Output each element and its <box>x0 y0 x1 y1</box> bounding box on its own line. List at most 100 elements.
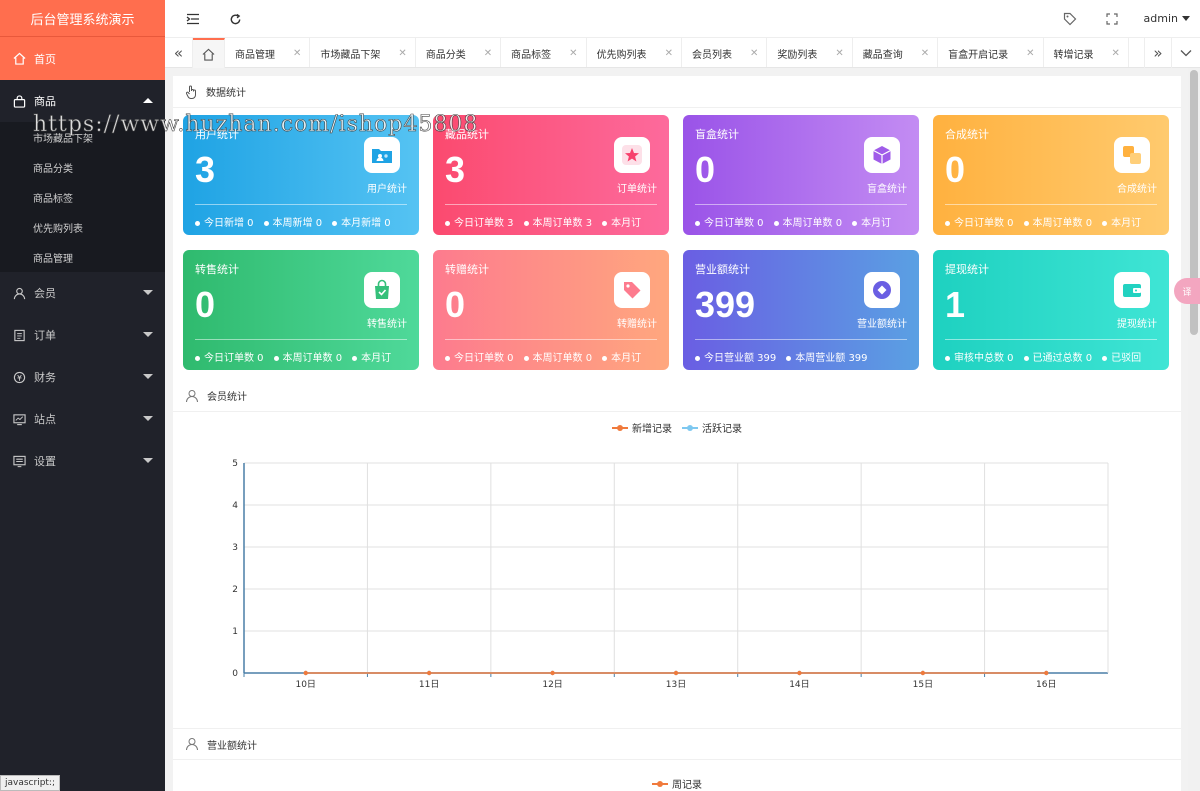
tab-goods-tag[interactable]: 商品标签 ✕ <box>501 38 587 67</box>
card-value: 3 <box>445 149 466 190</box>
close-icon[interactable]: ✕ <box>835 48 843 59</box>
stat-item: 本月订 <box>1102 214 1141 229</box>
card-stats: 今日订单数 0 本周订单数 0 本月订 <box>945 214 1159 229</box>
card-label: 转售统计 <box>367 319 407 330</box>
tab-home[interactable] <box>193 38 225 68</box>
tab-label: 奖励列表 <box>777 49 818 61</box>
refresh-icon[interactable] <box>227 11 243 27</box>
close-icon[interactable]: ✕ <box>665 48 673 59</box>
y-tick-label: 5 <box>232 459 238 469</box>
x-tick-label: 11日 <box>419 679 439 690</box>
card-user-stats[interactable]: 用户统计 3 用户统计 今日新增 0 本周新增 0 本月新增 0 <box>183 115 419 235</box>
card-stats: 今日营业额 399 本周营业额 399 <box>695 349 909 364</box>
merge-squares-icon <box>1114 137 1150 173</box>
stat-item: 本月订 <box>602 349 641 364</box>
card-blindbox-stats[interactable]: 盲盒统计 0 盲盒统计 今日订单数 0 本周订单数 0 本月订 <box>683 115 919 235</box>
legend-item-week[interactable]: 周记录 <box>652 776 702 791</box>
chevron-down-icon <box>143 290 153 295</box>
tab-strip: 商品管理 ✕ 市场藏品下架 ✕ 商品分类 ✕ 商品标签 ✕ 优先购列表 ✕ 会员列表 ✕ 奖… <box>225 38 1144 67</box>
tab-transfer-records[interactable]: 转增记录 ✕ <box>1044 38 1129 67</box>
stat-item: 本月订 <box>352 349 391 364</box>
card-divider <box>195 339 407 340</box>
tab-label: 商品管理 <box>235 49 275 61</box>
sidebar-item-priority-list[interactable]: 优先购列表 <box>0 212 165 242</box>
sidebar-group-label: 设置 <box>34 455 56 468</box>
sidebar-item-goods-manage[interactable]: 商品管理 <box>0 242 165 272</box>
tab-goods-category[interactable]: 商品分类 ✕ <box>416 38 502 67</box>
card-gift-stats[interactable]: 转赠统计 0 转赠统计 今日订单数 0 本周订单数 0 本月订 <box>433 250 669 370</box>
close-icon[interactable]: ✕ <box>750 48 758 59</box>
card-revenue-stats[interactable]: 营业额统计 399 营业额统计 今日营业额 399 本周营业额 399 <box>683 250 919 370</box>
shopping-bag-icon <box>12 94 26 108</box>
tab-collection-query[interactable]: 藏品查询 ✕ <box>853 38 939 67</box>
sidebar-item-goods-category[interactable]: 商品分类 <box>0 152 165 182</box>
x-tick-label: 13日 <box>666 679 686 690</box>
sidebar-group-site[interactable]: 站点 <box>0 398 165 440</box>
card-value: 0 <box>945 149 966 190</box>
close-icon[interactable]: ✕ <box>1112 48 1120 59</box>
stat-item: 本月订 <box>852 214 891 229</box>
stat-item: 今日订单数 0 <box>445 349 514 364</box>
close-icon[interactable]: ✕ <box>1026 48 1034 59</box>
folder-users-icon <box>364 137 400 173</box>
tab-member-list[interactable]: 会员列表 ✕ <box>682 38 768 67</box>
sidebar-item-goods-tag[interactable]: 商品标签 <box>0 182 165 212</box>
card-label: 用户统计 <box>367 184 407 195</box>
close-icon[interactable]: ✕ <box>398 48 406 59</box>
section-title: 营业额统计 <box>207 740 257 752</box>
card-label: 营业额统计 <box>857 319 907 330</box>
sidebar-group-settings[interactable]: 设置 <box>0 440 165 482</box>
card-value: 0 <box>195 284 216 325</box>
data-point <box>1044 670 1049 676</box>
card-label: 转赠统计 <box>617 319 657 330</box>
sidebar-group-member[interactable]: 会员 <box>0 272 165 314</box>
x-tick-label: 16日 <box>1036 679 1056 690</box>
app-title: 后台管理系统演示 <box>0 0 165 37</box>
tab-reward-list[interactable]: 奖励列表 ✕ <box>767 38 853 67</box>
sidebar-group-goods[interactable]: 商品 <box>0 80 165 122</box>
x-tick-label: 14日 <box>789 679 809 690</box>
translate-float-button[interactable]: 译 <box>1174 278 1200 304</box>
page-scrollbar[interactable] <box>1188 68 1200 791</box>
x-tick-label: 15日 <box>913 679 933 690</box>
chevron-down-icon <box>143 332 153 337</box>
sidebar-item-home[interactable]: 首页 <box>0 37 165 80</box>
tab-scroll-left-icon[interactable]: « <box>165 38 193 68</box>
close-icon[interactable]: ✕ <box>484 48 492 59</box>
sidebar-group-finance[interactable]: 财务 <box>0 356 165 398</box>
close-icon[interactable]: ✕ <box>293 48 301 59</box>
card-divider <box>695 339 907 340</box>
main-content: 数据统计 用户统计 3 用户统计 今日新增 0 本周新增 0 本月新增 0 藏品统计… <box>173 76 1181 791</box>
tab-scroll-right-icon[interactable]: » <box>1144 38 1172 68</box>
tab-label: 会员列表 <box>691 49 732 61</box>
tab-label: 藏品查询 <box>862 49 903 61</box>
stat-item: 本月订 <box>602 214 641 229</box>
sidebar-group-order[interactable]: 订单 <box>0 314 165 356</box>
tag-icon[interactable] <box>1062 11 1078 27</box>
data-point <box>426 670 432 676</box>
tab-market-delist[interactable]: 市场藏品下架 ✕ <box>310 38 416 67</box>
card-divider <box>945 204 1157 205</box>
close-icon[interactable]: ✕ <box>921 48 929 59</box>
close-icon[interactable]: ✕ <box>569 48 577 59</box>
tab-blindbox-records[interactable]: 盲盒开启记录 ✕ <box>938 38 1044 67</box>
tab-menu-chevron-icon[interactable] <box>1172 38 1200 68</box>
tab-label: 商品分类 <box>425 49 466 61</box>
sidebar-item-market-delist[interactable]: 市场藏品下架 <box>0 122 165 152</box>
card-withdraw-stats[interactable]: 提现统计 1 提现统计 审核中总数 0 已通过总数 0 已驳回 <box>933 250 1169 370</box>
y-tick-label: 3 <box>232 543 238 553</box>
user-menu[interactable]: admin <box>1144 12 1190 25</box>
tab-bar: « 商品管理 ✕ 市场藏品下架 ✕ 商品分类 ✕ 商品标签 ✕ 优先购列表 ✕ 会员列表 ✕… <box>165 38 1200 68</box>
x-tick-label: 12日 <box>542 679 562 690</box>
card-collection-stats[interactable]: 藏品统计 3 订单统计 今日订单数 3 本周订单数 3 本月订 <box>433 115 669 235</box>
chevron-down-icon <box>143 416 153 421</box>
menu-collapse-icon[interactable] <box>185 11 201 27</box>
home-icon <box>12 52 26 66</box>
status-bar-url: javascript:; <box>0 775 61 791</box>
tab-goods-manage[interactable]: 商品管理 ✕ <box>225 38 311 67</box>
card-stats: 今日新增 0 本周新增 0 本月新增 0 <box>195 214 409 229</box>
card-resale-stats[interactable]: 转售统计 0 转售统计 今日订单数 0 本周订单数 0 本月订 <box>183 250 419 370</box>
fullscreen-icon[interactable] <box>1104 11 1120 27</box>
tab-priority-list[interactable]: 优先购列表 ✕ <box>587 38 682 67</box>
card-compose-stats[interactable]: 合成统计 0 合成统计 今日订单数 0 本周订单数 0 本月订 <box>933 115 1169 235</box>
